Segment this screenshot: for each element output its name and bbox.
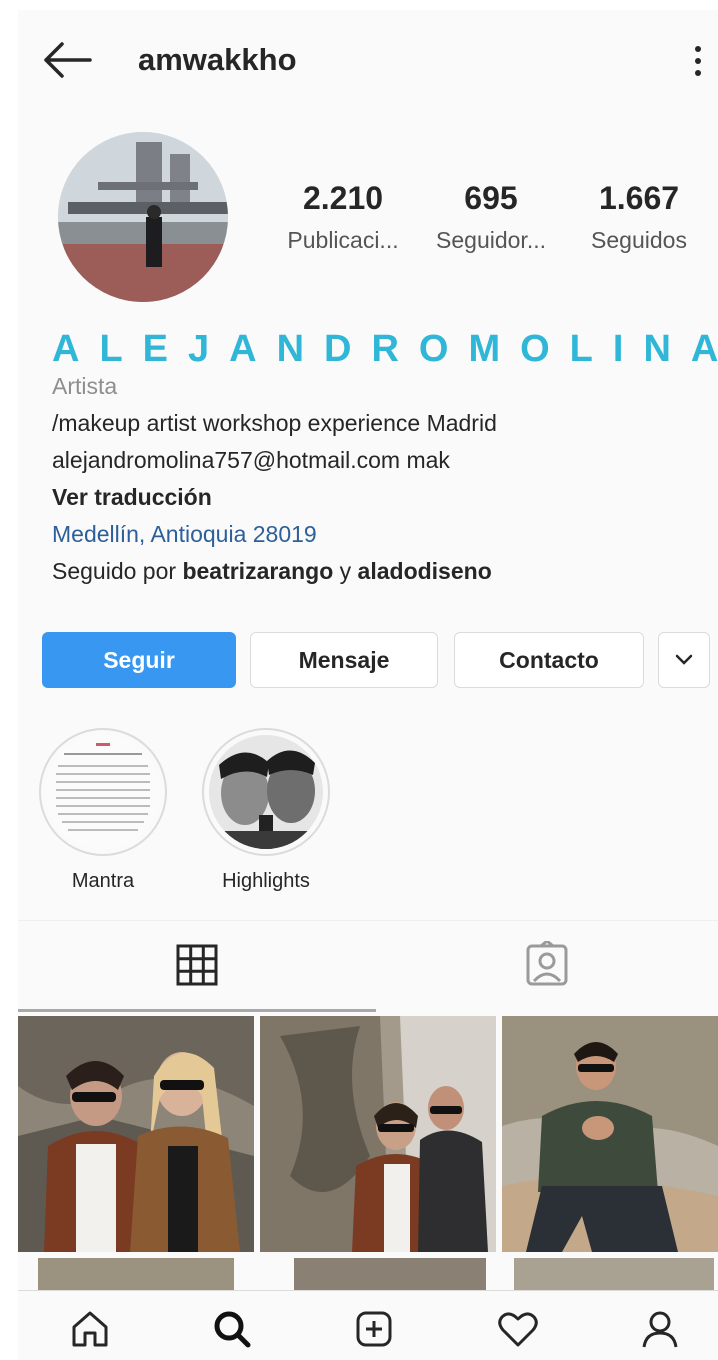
nav-profile[interactable] <box>632 1301 688 1357</box>
bio-line-2: alejandromolina757@hotmail.com mak <box>52 447 450 473</box>
post-thumbnail[interactable] <box>260 1016 496 1252</box>
location-link[interactable]: Medellín, Antioquia 28019 <box>52 516 712 553</box>
profile-tabs <box>18 920 718 1012</box>
tab-tagged[interactable] <box>376 921 718 1009</box>
top-bar: amwakkho <box>18 10 718 110</box>
followed-by-prefix: Seguido por <box>52 558 177 584</box>
profile-screen: amwakkho 2.210 Publicaci... 695 Seguidor… <box>18 10 718 1360</box>
nav-new-post[interactable] <box>346 1301 402 1357</box>
followed-by-conjunction: y <box>339 558 352 584</box>
profile-stats: 2.210 Publicaci... 695 Seguidor... 1.667… <box>268 180 708 270</box>
tab-grid[interactable] <box>18 921 376 1009</box>
nav-search[interactable] <box>204 1301 260 1357</box>
followed-by: Seguido por beatrizarango y aladodiseno <box>52 553 712 590</box>
nav-home[interactable] <box>62 1301 118 1357</box>
heart-icon <box>498 1312 538 1347</box>
grid-icon <box>176 944 218 986</box>
posts-count: 2.210 <box>302 180 384 216</box>
suggestions-dropdown-button[interactable] <box>658 632 710 688</box>
post-thumbnail[interactable] <box>502 1016 718 1252</box>
add-icon <box>356 1311 392 1347</box>
more-options-icon[interactable] <box>686 42 710 86</box>
follow-button[interactable]: Seguir <box>42 632 236 688</box>
profile-icon <box>642 1311 678 1348</box>
search-icon <box>214 1311 251 1348</box>
followers-stat[interactable]: 695 Seguidor... <box>416 180 566 254</box>
followers-count: 695 <box>464 180 518 216</box>
highlight-mantra-label: Mantra <box>71 870 135 892</box>
followed-by-user-2[interactable]: aladodiseno <box>358 558 492 584</box>
nav-activity[interactable] <box>490 1301 546 1357</box>
highlight-mantra[interactable]: Mantra <box>38 728 168 893</box>
followed-by-user-1[interactable]: beatrizarango <box>182 558 333 584</box>
bottom-navigation <box>18 1290 718 1360</box>
message-button[interactable]: Mensaje <box>250 632 438 688</box>
bio-line-1: /makeup artist workshop experience Madri… <box>52 410 497 436</box>
username: amwakkho <box>138 42 297 77</box>
followers-label: Seguidor... <box>436 227 546 253</box>
following-label: Seguidos <box>591 227 687 253</box>
contact-button[interactable]: Contacto <box>454 632 644 688</box>
avatar[interactable] <box>58 132 228 302</box>
posts-grid <box>18 1016 718 1298</box>
highlight-ring <box>39 728 167 856</box>
chevron-down-icon <box>675 654 693 665</box>
following-stat[interactable]: 1.667 Seguidos <box>564 180 714 254</box>
category-label: Artista <box>52 373 118 399</box>
posts-stat[interactable]: 2.210 Publicaci... <box>268 180 418 254</box>
highlight-highlights-label: Highlights <box>222 870 310 892</box>
active-tab-indicator <box>18 1009 376 1012</box>
post-thumbnail[interactable] <box>18 1016 254 1252</box>
display-name: ALEJANDROMOLINA <box>52 328 718 370</box>
highlight-highlights-cover <box>209 735 323 849</box>
highlight-highlights[interactable]: Highlights <box>201 728 331 893</box>
highlight-mantra-cover <box>46 735 160 849</box>
back-arrow-icon[interactable] <box>40 40 92 80</box>
following-count: 1.667 <box>598 180 680 216</box>
bio: Artista /makeup artist workshop experien… <box>52 368 712 590</box>
highlight-ring <box>202 728 330 856</box>
see-translation-link[interactable]: Ver traducción <box>52 479 712 516</box>
tagged-icon <box>526 941 568 986</box>
home-icon <box>72 1311 108 1347</box>
posts-label: Publicaci... <box>287 227 399 253</box>
